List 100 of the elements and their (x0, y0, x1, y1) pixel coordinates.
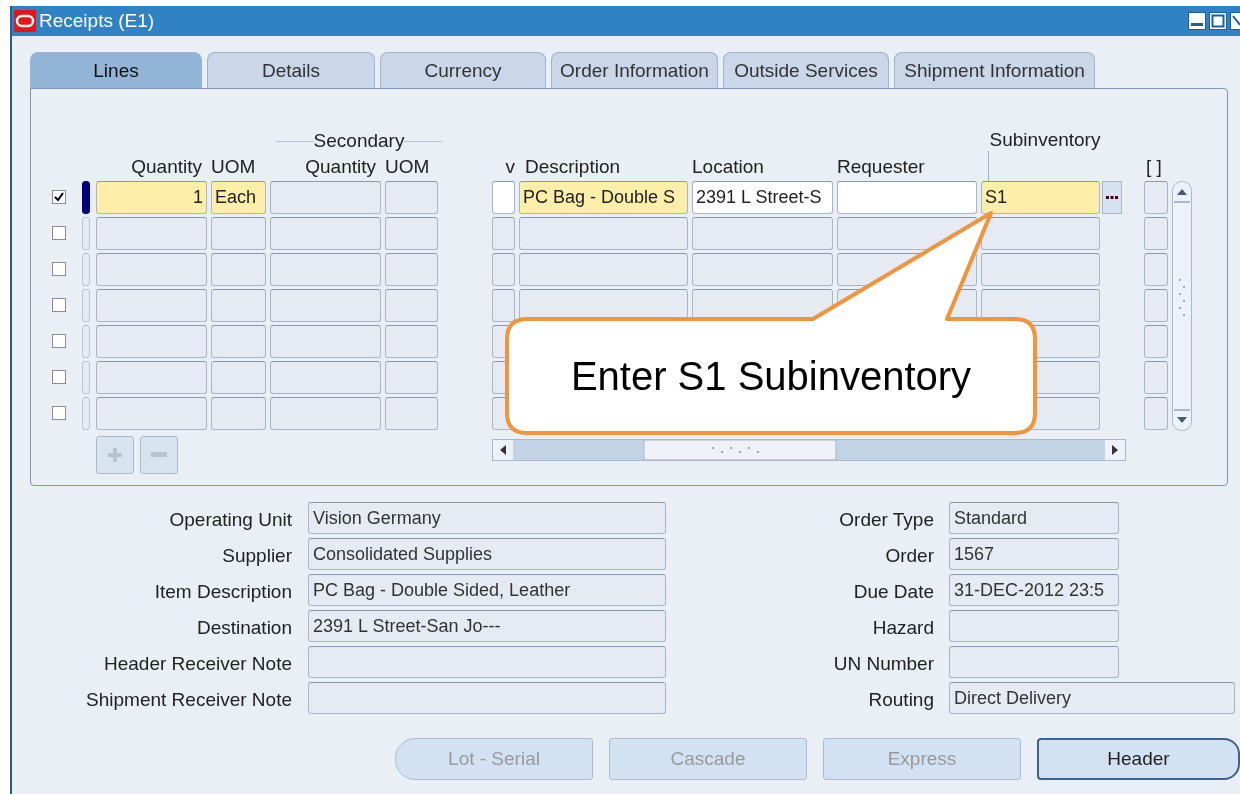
quantity-field[interactable] (96, 397, 207, 430)
checkbox[interactable] (52, 406, 66, 420)
checkbox[interactable] (52, 262, 66, 276)
field-label: Operating Unit (168, 509, 292, 531)
column-header: v (505, 156, 515, 178)
secondary-uom-field[interactable] (385, 289, 438, 322)
field-label: Header Receiver Note (103, 653, 292, 675)
tab[interactable]: Outside Services (723, 52, 889, 88)
table-field[interactable] (1144, 397, 1168, 430)
tab[interactable]: Details (207, 52, 375, 88)
uom-field[interactable] (211, 289, 266, 322)
field-label: Supplier (221, 545, 292, 567)
vertical-scrollbar[interactable] (1172, 181, 1192, 431)
text-field[interactable]: Standard (949, 502, 1119, 534)
subinventory-field[interactable]: S1 (981, 181, 1100, 214)
text-field[interactable]: PC Bag - Double Sided, Leather (308, 574, 666, 606)
secondary-uom-field[interactable] (385, 181, 438, 214)
table-field[interactable] (492, 217, 515, 250)
table-field[interactable] (1144, 217, 1168, 250)
secondary-quantity-field[interactable] (270, 361, 381, 394)
text-field[interactable]: 2391 L Street-San Jo--- (308, 610, 666, 642)
close-icon[interactable] (1230, 12, 1240, 30)
uom-field[interactable] (211, 217, 266, 250)
quantity-field[interactable] (96, 361, 207, 394)
checkbox[interactable] (52, 298, 66, 312)
column-header: [ ] (1146, 156, 1162, 178)
description-field[interactable] (519, 217, 688, 250)
table-field[interactable] (1144, 253, 1168, 286)
uom-field[interactable]: Each (211, 181, 266, 214)
description-field[interactable] (519, 253, 688, 286)
text-field[interactable]: Consolidated Supplies (308, 538, 666, 570)
checkbox[interactable] (52, 334, 66, 348)
description-field[interactable]: PC Bag - Double S (519, 181, 688, 214)
horizontal-scrollbar[interactable] (492, 439, 1126, 461)
uom-field[interactable] (211, 325, 266, 358)
column-header: Subinventory (989, 129, 1101, 151)
text-field[interactable] (949, 610, 1119, 642)
uom-field[interactable] (211, 253, 266, 286)
quantity-field[interactable] (96, 217, 207, 250)
checkbox[interactable] (52, 226, 66, 240)
secondary-quantity-field[interactable] (270, 397, 381, 430)
maximize-icon[interactable] (1209, 12, 1227, 30)
table-field[interactable] (492, 181, 515, 214)
secondary-uom-field[interactable] (385, 361, 438, 394)
field-label: Order Type (838, 509, 934, 531)
plus-icon (107, 447, 123, 463)
secondary-uom-field[interactable] (385, 217, 438, 250)
checkbox[interactable] (52, 370, 66, 384)
text-field[interactable] (308, 682, 666, 714)
table-field[interactable] (1144, 289, 1168, 322)
lov-button[interactable] (1102, 181, 1122, 214)
tooltip-text: Enter S1 Subinventory (569, 352, 973, 400)
table-field[interactable] (492, 253, 515, 286)
location-field[interactable] (692, 253, 833, 286)
location-field[interactable]: 2391 L Street-S (692, 181, 833, 214)
minimize-icon[interactable] (1188, 12, 1206, 30)
field-label: Routing (867, 689, 934, 711)
text-field[interactable]: Direct Delivery (949, 682, 1235, 714)
quantity-field[interactable] (96, 289, 207, 322)
subinventory-field[interactable] (981, 217, 1100, 250)
window-title: Receipts (E1) (39, 10, 155, 32)
table-field[interactable] (1144, 325, 1168, 358)
text-field[interactable]: 1567 (949, 538, 1119, 570)
text-field[interactable] (949, 646, 1119, 678)
subinventory-field[interactable] (981, 253, 1100, 286)
text-field[interactable]: Vision Germany (308, 502, 666, 534)
row-indicator[interactable] (82, 181, 90, 214)
secondary-quantity-field[interactable] (270, 253, 381, 286)
uom-field[interactable] (211, 361, 266, 394)
delete-row-button[interactable] (140, 436, 178, 474)
subinventory-field[interactable] (981, 289, 1100, 322)
tab[interactable]: Currency (380, 52, 546, 88)
table-field[interactable] (1144, 181, 1168, 214)
secondary-quantity-field[interactable] (270, 217, 381, 250)
tab[interactable]: Lines (30, 52, 202, 88)
text-field[interactable] (308, 646, 666, 678)
table-field[interactable] (1144, 361, 1168, 394)
secondary-quantity-field[interactable] (270, 325, 381, 358)
text-field[interactable]: 31-DEC-2012 23:5 (949, 574, 1119, 606)
column-header: Description (525, 156, 621, 178)
column-header: Quantity (131, 156, 202, 178)
quantity-field[interactable] (96, 253, 207, 286)
checkbox[interactable] (52, 190, 66, 204)
add-row-button[interactable] (96, 436, 134, 474)
secondary-quantity-field[interactable] (270, 181, 381, 214)
action-button[interactable]: Header (1037, 738, 1240, 780)
quantity-field[interactable]: 1 (96, 181, 207, 214)
tab[interactable]: Shipment Information (894, 52, 1095, 88)
secondary-uom-field[interactable] (385, 325, 438, 358)
tab[interactable]: Order Information (551, 52, 718, 88)
secondary-uom-field[interactable] (385, 397, 438, 430)
uom-field[interactable] (211, 397, 266, 430)
requester-field[interactable] (837, 181, 977, 214)
column-header: Quantity (305, 156, 376, 178)
secondary-uom-field[interactable] (385, 253, 438, 286)
table-field[interactable] (492, 289, 515, 322)
quantity-field[interactable] (96, 325, 207, 358)
location-field[interactable] (692, 217, 833, 250)
secondary-quantity-field[interactable] (270, 289, 381, 322)
minus-icon (151, 452, 167, 458)
